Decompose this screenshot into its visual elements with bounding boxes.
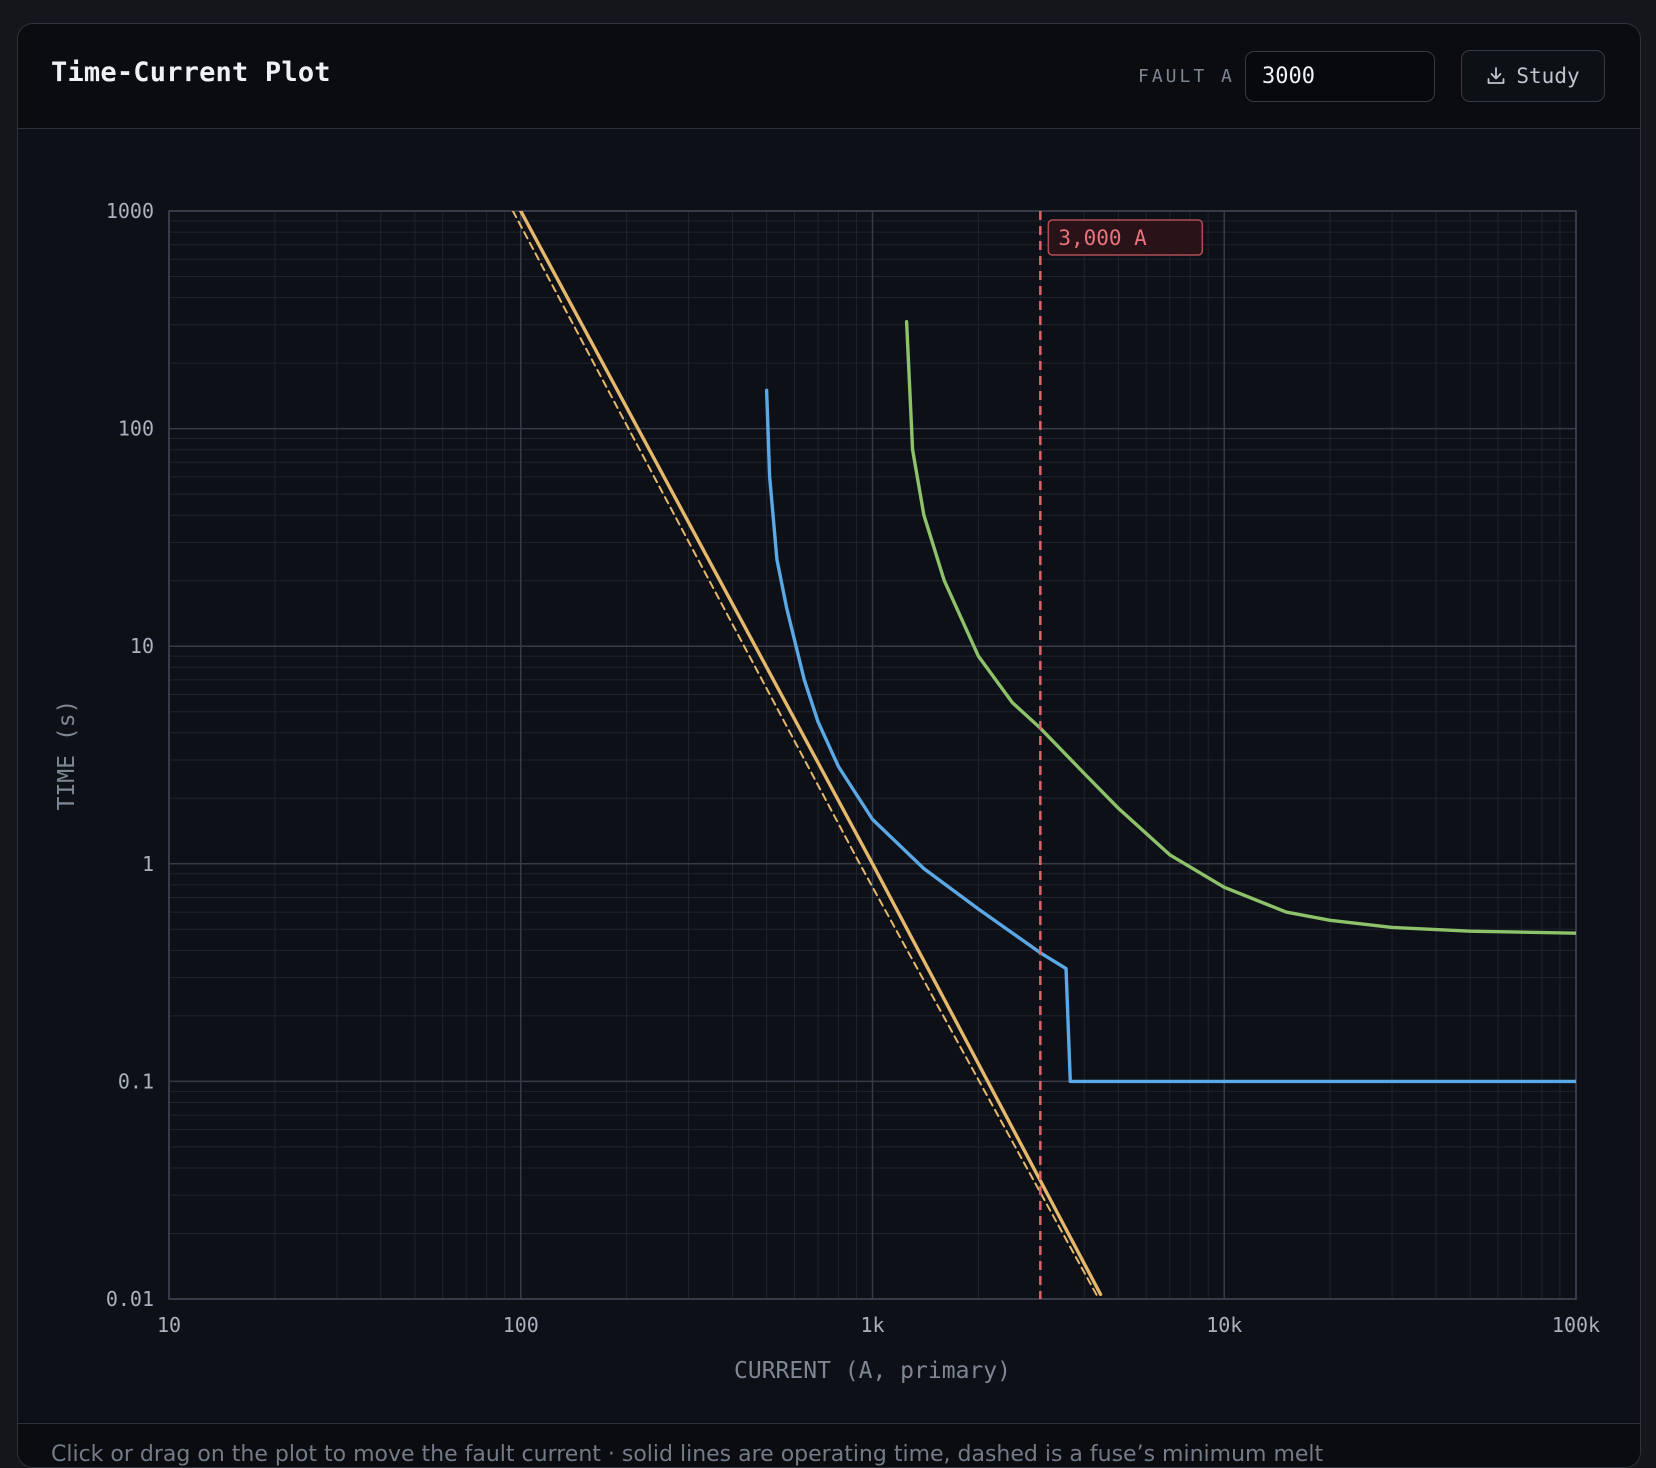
x-axis-title: CURRENT (A, primary) [734, 1358, 1011, 1384]
y-tick-label: 1000 [106, 199, 154, 223]
x-tick-label: 1k [860, 1313, 884, 1337]
x-tick-label: 100 [503, 1313, 539, 1337]
page-title: Time-Current Plot [51, 57, 331, 88]
y-tick-label: 10 [130, 634, 154, 658]
study-button-label: Study [1516, 64, 1580, 88]
time-current-chart[interactable]: 10 100 1k 10k 100k 0.01 0.1 1 10 100 1000 CURRENT (… [18, 129, 1640, 1422]
plot-area[interactable]: 10 100 1k 10k 100k 0.01 0.1 1 10 100 1000 CURRENT (… [18, 129, 1640, 1422]
fault-current-label: FAULT A [1138, 66, 1235, 87]
y-tick-label: 0.01 [106, 1287, 154, 1311]
y-axis-title: TIME (s) [54, 700, 80, 811]
footer-hint-bar: Click or drag on the plot to move the fa… [18, 1423, 1640, 1467]
y-tick-label: 0.1 [118, 1069, 154, 1093]
panel-header: Time-Current Plot FAULT A Study [18, 24, 1640, 129]
x-tick-label: 100k [1552, 1313, 1600, 1337]
fault-current-input[interactable] [1245, 51, 1435, 102]
fault-current-marker-label: 3,000 A [1058, 226, 1147, 250]
y-tick-label: 1 [142, 852, 154, 876]
x-tick-label: 10k [1206, 1313, 1242, 1337]
x-tick-label: 10 [157, 1313, 181, 1337]
footer-hint: Click or drag on the plot to move the fa… [51, 1442, 1324, 1467]
study-download-button[interactable]: Study [1461, 50, 1605, 102]
y-tick-label: 100 [118, 417, 154, 441]
plot-panel: Time-Current Plot FAULT A Study 101001k1… [17, 23, 1641, 1468]
download-icon [1486, 66, 1506, 86]
